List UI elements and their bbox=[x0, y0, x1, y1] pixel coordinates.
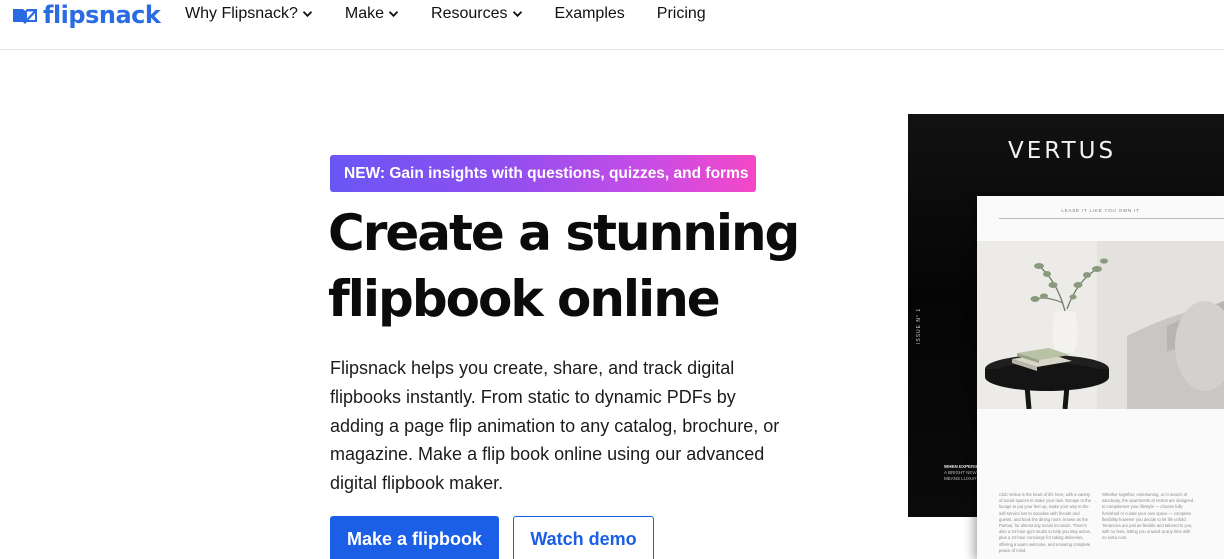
page-column-2: Whether together, entertaining, or in se… bbox=[1102, 492, 1194, 541]
magazine-issue-label: ISSUE N° 1 bbox=[916, 307, 922, 344]
chevron-down-icon bbox=[302, 5, 313, 23]
nav-item-why-flipsnack[interactable]: Why Flipsnack? bbox=[185, 5, 313, 23]
nav-item-make[interactable]: Make bbox=[345, 5, 399, 23]
magazine-title: VERTUS bbox=[1008, 138, 1117, 164]
watch-demo-button[interactable]: Watch demo bbox=[513, 516, 654, 559]
nav-item-label: Examples bbox=[554, 5, 625, 22]
page-kicker: LEASE IT LIKE YOU OWN IT bbox=[1061, 208, 1140, 213]
chevron-down-icon bbox=[512, 5, 523, 23]
hero-headline: Create a stunning flipbook online bbox=[328, 200, 800, 332]
flipsnack-book-icon bbox=[12, 5, 38, 25]
new-feature-badge[interactable]: NEW: Gain insights with questions, quizz… bbox=[330, 155, 756, 192]
page-column-1: Club Vertus is the heart of life here, w… bbox=[999, 492, 1091, 553]
nav-item-label: Resources bbox=[431, 5, 508, 22]
nav-item-pricing[interactable]: Pricing bbox=[657, 5, 706, 23]
nav-item-label: Why Flipsnack? bbox=[185, 5, 298, 22]
nav-item-examples[interactable]: Examples bbox=[555, 5, 625, 23]
chevron-down-icon bbox=[388, 5, 399, 23]
headline-line-1: Create a stunning bbox=[328, 204, 800, 262]
interior-photo bbox=[977, 241, 1224, 409]
magazine-inner-page: LEASE IT LIKE YOU OWN IT Club Vertus is … bbox=[977, 196, 1224, 559]
hero-description: Flipsnack helps you create, share, and t… bbox=[330, 358, 780, 494]
flipsnack-logo[interactable]: flipsnack bbox=[12, 1, 161, 29]
nav-item-resources[interactable]: Resources bbox=[431, 5, 522, 23]
main-nav: Why Flipsnack? Make Resources Examples P… bbox=[185, 5, 706, 23]
nav-item-label: Pricing bbox=[656, 5, 706, 22]
logo-wordmark: flipsnack bbox=[43, 1, 161, 29]
site-header: flipsnack Why Flipsnack? Make Resources … bbox=[0, 0, 1224, 50]
nav-item-label: Make bbox=[344, 5, 385, 22]
divider bbox=[999, 218, 1224, 219]
headline-line-2: flipbook online bbox=[328, 270, 721, 328]
make-flipbook-button[interactable]: Make a flipbook bbox=[330, 516, 499, 559]
